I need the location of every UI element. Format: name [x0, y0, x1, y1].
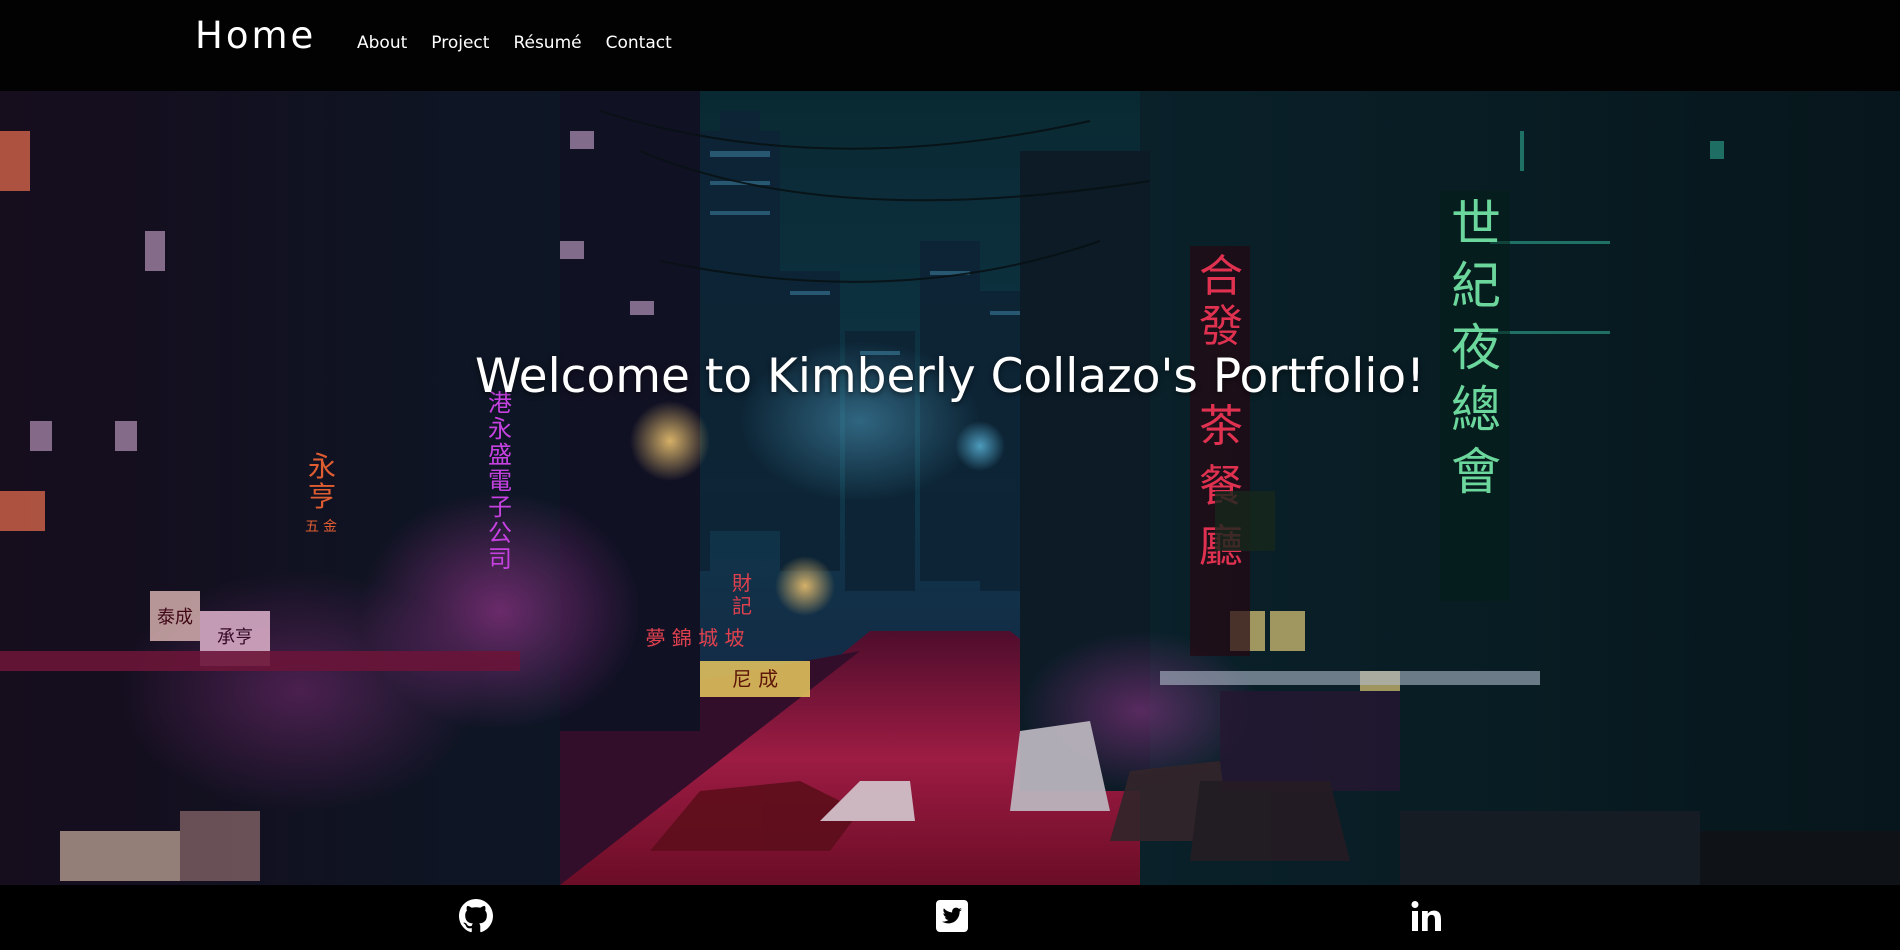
social-footer: [0, 885, 1900, 950]
nav-link-about[interactable]: About: [357, 33, 407, 53]
hero-section: 世 紀 夜 總 會 合 發 茶 餐 廳 港 永 盛 電 子 公 司 永: [0, 91, 1900, 885]
nav-link-project[interactable]: Project: [431, 33, 489, 53]
home-link[interactable]: Home: [195, 14, 316, 57]
nav-link-contact[interactable]: Contact: [606, 33, 672, 53]
hero-background-image: 世 紀 夜 總 會 合 發 茶 餐 廳 港 永 盛 電 子 公 司 永: [0, 91, 1900, 885]
linkedin-icon: [1411, 901, 1441, 931]
github-icon: [459, 899, 493, 933]
nav-links: About Project Résumé Contact: [357, 33, 672, 53]
hero-title: Welcome to Kimberly Collazo's Portfolio!: [474, 349, 1426, 404]
nav-link-resume[interactable]: Résumé: [513, 33, 581, 53]
linkedin-link[interactable]: [1410, 899, 1444, 933]
twitter-icon: [936, 900, 968, 932]
twitter-link[interactable]: [935, 899, 969, 933]
github-link[interactable]: [459, 899, 493, 933]
top-navbar: Home About Project Résumé Contact: [0, 0, 1900, 91]
